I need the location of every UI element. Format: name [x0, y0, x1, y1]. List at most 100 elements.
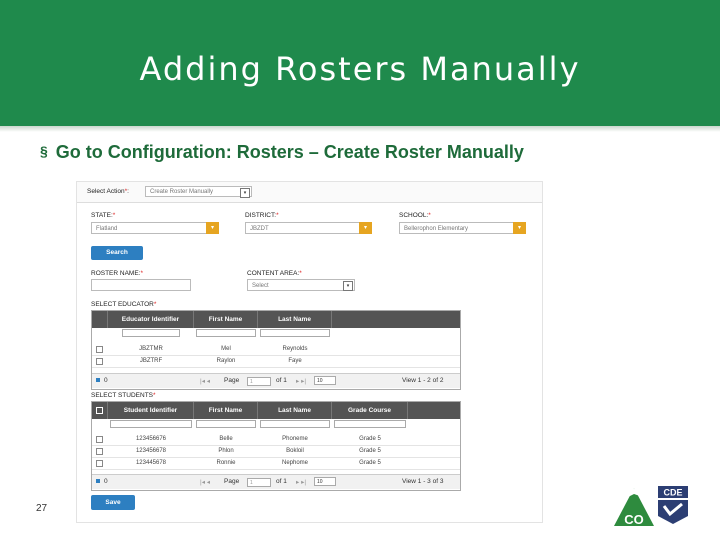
chevron-down-icon: ▾ [513, 222, 526, 234]
educator-last-name: Reynolds [282, 346, 308, 352]
educator-first-name: Raylon [216, 358, 236, 364]
row-checkbox[interactable] [96, 358, 103, 365]
first-name-filter[interactable] [196, 329, 256, 337]
pager-selected-count: 0 [96, 377, 108, 384]
chevron-down-icon: ▾ [343, 281, 353, 291]
search-button[interactable]: Search [91, 246, 143, 260]
pager-next-icon[interactable]: ▸ ▸| [296, 478, 306, 486]
content-area-dropdown[interactable]: Select ▾ [247, 279, 355, 291]
page-of-label: of 1 [276, 377, 287, 384]
slide-title: Adding Rosters Manually [139, 50, 581, 88]
col-grade-course[interactable]: Grade Course [332, 402, 408, 419]
select-action-value: Create Roster Manually [150, 189, 214, 195]
chevron-down-icon: ▾ [240, 188, 250, 198]
select-action-label: Select Action*: [87, 188, 129, 195]
educator-grid: Educator Identifier First Name Last Name… [91, 310, 461, 390]
page-label: Page [224, 377, 240, 384]
page-of-label: of 1 [276, 478, 287, 485]
school-value: Bellerophon Elementary [404, 226, 469, 232]
first-name-filter[interactable] [196, 420, 256, 428]
table-row[interactable]: JBZTRF Raylon Faye [92, 355, 460, 368]
student-first-name: Belle [219, 436, 233, 442]
student-grid: Student Identifier First Name Last Name … [91, 401, 461, 491]
select-educator-label: SELECT EDUCATOR* [91, 301, 157, 308]
student-pager: 0 |◂ ◂ Page 1 of 1 ▸ ▸| 10 View 1 - 3 of… [92, 474, 460, 489]
selected-indicator-icon [96, 378, 100, 382]
slide-number: 27 [36, 503, 48, 514]
select-students-label: SELECT STUDENTS* [91, 392, 156, 399]
col-student-identifier[interactable]: Student Identifier [108, 402, 194, 419]
header-divider [0, 126, 720, 132]
student-id-filter[interactable] [110, 420, 192, 428]
state-value: Flatland [96, 226, 118, 232]
page-label: Page [224, 478, 240, 485]
per-page-select[interactable]: 10 [314, 376, 336, 385]
page-input[interactable]: 1 [247, 478, 271, 487]
educator-id: JBZTRF [139, 358, 163, 364]
content-area-label: CONTENT AREA:* [247, 270, 302, 277]
educator-id-filter[interactable] [122, 329, 180, 337]
col-last-name[interactable]: Last Name [258, 311, 332, 328]
cde-logo: CDE CO [614, 486, 688, 527]
student-grade: Grade 5 [359, 460, 381, 466]
col-first-name[interactable]: First Name [194, 402, 258, 419]
grade-course-filter[interactable] [334, 420, 406, 428]
educator-first-name: Mel [221, 346, 231, 352]
educator-pager: 0 |◂ ◂ Page 1 of 1 ▸ ▸| 10 View 1 - 2 of… [92, 373, 460, 388]
table-row[interactable]: 123445678 Ronnie Nephome Grade 5 [92, 457, 460, 470]
pager-view-text: View 1 - 2 of 2 [402, 377, 444, 384]
student-grade: Grade 5 [359, 436, 381, 442]
student-first-name: Phlon [218, 448, 234, 454]
bullet-marker: § [40, 143, 48, 159]
pager-selected-count: 0 [96, 478, 108, 485]
roster-name-label: ROSTER NAME:* [91, 270, 144, 277]
col-first-name[interactable]: First Name [194, 311, 258, 328]
school-label: SCHOOL:* [399, 212, 431, 219]
roster-name-input[interactable] [91, 279, 191, 291]
save-button[interactable]: Save [91, 495, 135, 510]
educator-grid-header: Educator Identifier First Name Last Name [92, 311, 460, 328]
student-last-name: Phoneme [282, 436, 308, 442]
row-checkbox[interactable] [96, 346, 103, 353]
select-action-dropdown[interactable]: Create Roster Manually ▾ [145, 186, 252, 198]
state-dropdown[interactable]: Flatland ▾ [91, 222, 219, 234]
row-checkbox[interactable] [96, 436, 103, 443]
app-screenshot: Select Action*: Create Roster Manually ▾… [76, 181, 543, 523]
pager-next-icon[interactable]: ▸ ▸| [296, 377, 306, 385]
bullet-text: Go to Configuration: Rosters – Create Ro… [55, 142, 524, 162]
student-id: 123456678 [135, 448, 167, 454]
student-grade: Grade 5 [359, 448, 381, 454]
col-educator-identifier[interactable]: Educator Identifier [108, 311, 194, 328]
logo-co-text: CO [624, 512, 644, 527]
col-last-name[interactable]: Last Name [258, 402, 332, 419]
action-bar: Select Action*: Create Roster Manually ▾ [77, 182, 542, 203]
student-id: 123456676 [135, 436, 167, 442]
page-input[interactable]: 1 [247, 377, 271, 386]
chevron-down-icon: ▾ [206, 222, 219, 234]
pager-nav-icon[interactable]: |◂ ◂ [200, 377, 210, 385]
row-checkbox[interactable] [96, 460, 103, 467]
last-name-filter[interactable] [260, 420, 330, 428]
state-label: STATE:* [91, 212, 116, 219]
row-checkbox[interactable] [96, 448, 103, 455]
select-all-checkbox[interactable] [96, 407, 103, 414]
student-last-name: Bokloil [286, 448, 304, 454]
school-dropdown[interactable]: Bellerophon Elementary ▾ [399, 222, 526, 234]
district-dropdown[interactable]: JBZDT ▾ [245, 222, 372, 234]
select-all-cell[interactable] [92, 402, 108, 419]
educator-id: JBZTMR [139, 346, 163, 352]
chevron-down-icon: ▾ [359, 222, 372, 234]
grid-header-spacer [92, 311, 108, 328]
student-grid-header: Student Identifier First Name Last Name … [92, 402, 460, 419]
last-name-filter[interactable] [260, 329, 330, 337]
logo-cde-text: CDE [663, 488, 682, 498]
pager-view-text: View 1 - 3 of 3 [402, 478, 444, 485]
district-value: JBZDT [250, 226, 269, 232]
student-last-name: Nephome [281, 460, 308, 466]
district-label: DISTRICT:* [245, 212, 279, 219]
student-id: 123445678 [135, 460, 167, 466]
bullet-point: § Go to Configuration: Rosters – Create R… [40, 142, 524, 163]
selected-indicator-icon [96, 479, 100, 483]
per-page-select[interactable]: 10 [314, 477, 336, 486]
pager-nav-icon[interactable]: |◂ ◂ [200, 478, 210, 486]
